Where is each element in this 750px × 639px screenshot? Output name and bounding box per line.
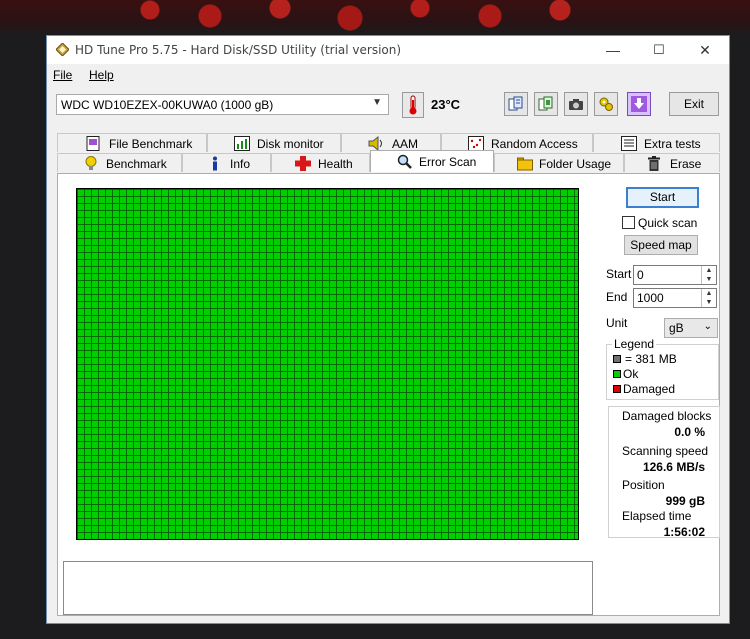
spinner-arrows-icon[interactable]: ▲ ▼	[701, 266, 716, 284]
folder-icon	[517, 157, 533, 171]
file-benchmark-icon	[86, 136, 100, 151]
app-disk-icon	[56, 43, 69, 56]
damaged-blocks-label: Damaged blocks	[622, 409, 712, 423]
tab-label: Info	[230, 157, 251, 171]
copy-info-button[interactable]	[504, 92, 528, 116]
tab-folder-usage[interactable]: Folder Usage	[494, 153, 624, 172]
block-map-grid	[76, 188, 579, 540]
end-position-value: 1000	[637, 291, 664, 305]
app-window: HD Tune Pro 5.75 - Hard Disk/SSD Utility…	[46, 35, 730, 624]
legend-block-size: = 381 MB	[613, 352, 677, 366]
exit-button[interactable]: Exit	[669, 92, 719, 116]
tab-label: Error Scan	[419, 155, 477, 169]
legend-ok: Ok	[613, 367, 639, 381]
spinner-arrows-icon[interactable]: ▲ ▼	[701, 289, 716, 307]
legend-title: Legend	[612, 337, 657, 351]
title-bar: HD Tune Pro 5.75 - Hard Disk/SSD Utility…	[47, 36, 729, 64]
save-download-icon	[631, 96, 647, 112]
elapsed-time-value: 1:56:02	[663, 525, 705, 539]
speed-map-button[interactable]: Speed map	[624, 235, 698, 255]
menu-bar: File Help	[47, 65, 729, 85]
copy-info-icon	[508, 96, 523, 111]
wallpaper-decoration	[120, 0, 600, 36]
copy-screen-icon	[538, 96, 553, 111]
scanning-speed-label: Scanning speed	[622, 444, 709, 458]
tab-label: Extra tests	[644, 137, 701, 151]
temperature-readout: 23°C	[431, 97, 461, 112]
tab-label: Disk monitor	[257, 137, 324, 151]
tab-disk-monitor[interactable]: Disk monitor	[207, 133, 341, 152]
start-position-input[interactable]: 0 ▲ ▼	[633, 265, 717, 285]
tab-label: Random Access	[491, 137, 578, 151]
trash-icon	[648, 156, 660, 171]
damaged-blocks-value: 0.0 %	[674, 425, 705, 439]
start-field-label: Start	[606, 267, 632, 281]
tab-health[interactable]: Health	[271, 153, 370, 172]
minimize-button[interactable]: —	[590, 36, 636, 64]
tab-file-benchmark[interactable]: File Benchmark	[57, 133, 207, 152]
disk-monitor-icon	[234, 136, 250, 151]
extra-tests-icon	[621, 136, 637, 151]
menu-file[interactable]: File	[53, 68, 72, 82]
close-button[interactable]: ✕	[682, 36, 728, 64]
window-title: HD Tune Pro 5.75 - Hard Disk/SSD Utility…	[75, 43, 402, 57]
quick-scan-label: Quick scan	[638, 216, 698, 230]
copy-screen-button[interactable]	[534, 92, 558, 116]
error-scan-panel: Start Quick scan Speed map Start 0 ▲ ▼ En…	[57, 173, 720, 616]
position-label: Position	[622, 478, 665, 492]
block-size-swatch	[613, 355, 621, 363]
random-access-icon	[468, 136, 484, 151]
tab-label: Benchmark	[106, 157, 167, 171]
tab-label: Folder Usage	[539, 157, 612, 171]
damaged-swatch	[613, 385, 621, 393]
save-button[interactable]	[627, 92, 651, 116]
tab-label: Health	[318, 157, 353, 171]
info-icon	[213, 156, 217, 171]
drive-select[interactable]: WDC WD10EZEX-00KUWA0 (1000 gB) ▼	[56, 94, 389, 115]
start-position-value: 0	[637, 268, 644, 282]
toolbar: WDC WD10EZEX-00KUWA0 (1000 gB) ▼ 23°C Ex…	[47, 86, 729, 126]
chevron-down-icon: ⌄	[703, 321, 712, 332]
chevron-down-icon: ▼	[372, 97, 382, 108]
screenshot-camera-icon	[569, 99, 583, 110]
options-button[interactable]	[594, 92, 618, 116]
unit-select[interactable]: gB ⌄	[664, 318, 718, 338]
options-tools-icon	[599, 97, 613, 111]
speaker-icon	[368, 136, 382, 151]
end-field-label: End	[606, 290, 628, 304]
legend-damaged: Damaged	[613, 382, 676, 396]
tab-label: Erase	[670, 157, 702, 171]
tab-extra-tests[interactable]: Extra tests	[593, 133, 720, 152]
menu-help[interactable]: Help	[89, 68, 114, 82]
position-value: 999 gB	[665, 494, 705, 508]
tab-label: File Benchmark	[109, 137, 193, 151]
elapsed-time-label: Elapsed time	[622, 509, 692, 523]
unit-select-value: gB	[669, 321, 684, 335]
quick-scan-checkbox[interactable]	[622, 216, 635, 229]
desktop-background	[0, 0, 750, 36]
tab-info[interactable]: Info	[182, 153, 271, 172]
lightbulb-icon	[85, 156, 97, 170]
unit-label: Unit	[606, 316, 628, 330]
scanning-speed-value: 126.6 MB/s	[642, 460, 705, 474]
scan-log-box	[63, 561, 593, 615]
tab-error-scan[interactable]: Error Scan	[370, 150, 494, 172]
magnifier-icon	[397, 154, 412, 169]
drive-select-value: WDC WD10EZEX-00KUWA0 (1000 gB)	[61, 98, 274, 112]
legend-damaged-text: Damaged	[623, 382, 676, 396]
maximize-button[interactable]: ☐	[636, 36, 682, 64]
screenshot-button[interactable]	[564, 92, 588, 116]
end-position-input[interactable]: 1000 ▲ ▼	[633, 288, 717, 308]
tab-label: AAM	[392, 137, 419, 151]
tab-benchmark[interactable]: Benchmark	[57, 153, 182, 172]
health-cross-icon	[295, 156, 311, 171]
tab-strip: File Benchmark Disk monitor AAM Random A…	[47, 133, 729, 173]
legend-block-size-text: = 381 MB	[625, 352, 677, 366]
thermometer-icon	[402, 92, 424, 118]
legend-ok-text: Ok	[623, 367, 639, 381]
tab-erase[interactable]: Erase	[624, 153, 720, 172]
start-button[interactable]: Start	[626, 187, 699, 208]
ok-swatch	[613, 370, 621, 378]
